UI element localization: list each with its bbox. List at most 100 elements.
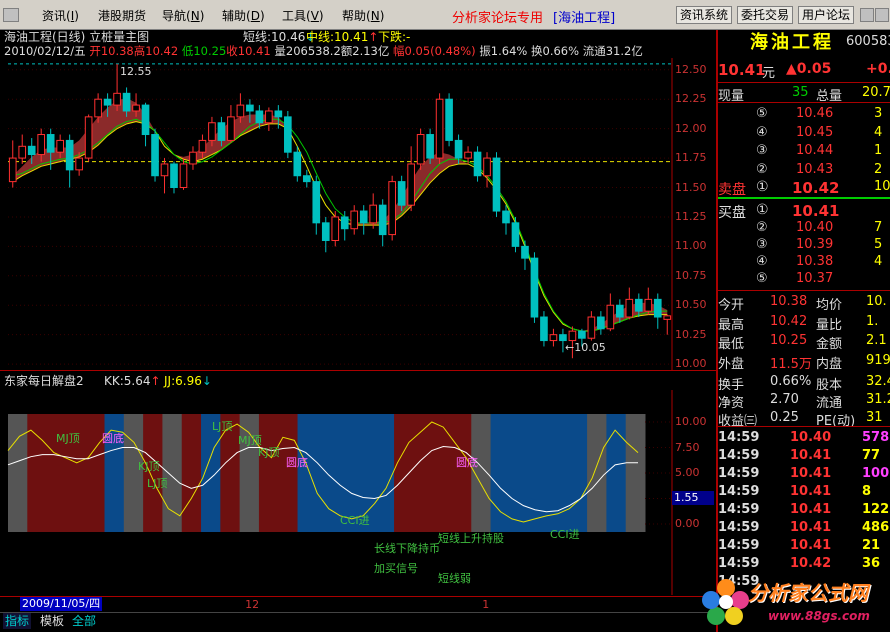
minimize-icon[interactable] — [860, 8, 874, 22]
stat-value: 0.25 — [770, 410, 799, 425]
level-num: ③ — [756, 143, 768, 158]
stat-label: 最高 — [718, 317, 745, 333]
candle-body — [227, 116, 235, 141]
buy-vol: 5 — [874, 237, 883, 252]
price-tick: 10.75 — [675, 268, 707, 282]
menu-fuzhu[interactable]: 辅助(D) — [222, 7, 265, 24]
candle-body — [18, 145, 27, 159]
sell-price: 10.46 — [796, 106, 834, 121]
candle-body — [198, 139, 207, 153]
candle-body — [94, 98, 102, 118]
xianliang-value: 35 — [792, 85, 809, 100]
indicator-title[interactable]: 东家每日解盘2 — [4, 374, 84, 388]
info-zhen: 振1.64% — [479, 44, 528, 58]
candle-body — [435, 98, 444, 159]
stat-label2: 量比 — [816, 317, 843, 333]
level-num: ④ — [756, 124, 768, 140]
menu-daohang[interactable]: 导航(N) — [162, 7, 204, 24]
app-icon[interactable] — [3, 8, 19, 22]
signal-label: LJ顶 — [147, 477, 168, 490]
menu-zixun[interactable]: 资讯(I) — [42, 7, 79, 24]
stock-name: 海油工程 — [750, 32, 834, 53]
buy1-row: 买盘 ① 10.41 — [718, 200, 890, 221]
candle-body — [473, 151, 482, 177]
tick-row: 14:59 10.41 1001 — [718, 464, 890, 482]
tick-time: 14:59 — [718, 466, 760, 481]
info-open: 开10.38 — [89, 44, 134, 58]
candle-body — [302, 175, 311, 183]
stat-row: 最高 10.42 量比 1. — [718, 312, 890, 333]
indicator-tick: 10.00 — [675, 415, 707, 428]
candle-body — [388, 181, 396, 236]
indicator-tick: 0.00 — [675, 517, 700, 530]
sell-price: 10.45 — [796, 124, 834, 140]
down-value: 下跌:- — [378, 30, 411, 44]
signal-band — [432, 414, 453, 532]
candle-body — [321, 222, 330, 241]
menu-gongju[interactable]: 工具(V) — [282, 7, 324, 24]
candle-body — [56, 139, 64, 153]
candle-body — [568, 330, 577, 342]
pane-divider — [0, 370, 716, 371]
signal-label: CCI进 — [550, 528, 580, 541]
menu-bar: 资讯(I) 港股期货 导航(N) 辅助(D) 工具(V) 帮助(N) 分析家论坛… — [0, 0, 890, 30]
candle-body — [103, 98, 112, 106]
candle-body — [597, 316, 605, 330]
tick-price: 10.41 — [790, 448, 832, 463]
candle-body — [27, 145, 36, 156]
candlestick-chart[interactable] — [0, 58, 716, 370]
candle-body — [540, 316, 548, 342]
buy-vol: 7 — [874, 220, 883, 235]
candle-body — [464, 151, 472, 159]
tab-muban[interactable]: 模板 — [38, 613, 66, 629]
bottom-bar — [0, 612, 716, 632]
info-amt: 额2.13亿 — [340, 44, 390, 58]
chart-title: 海油工程(日线) 立桩量主图 — [4, 30, 150, 44]
menu-gangu[interactable]: 港股期货 — [98, 7, 146, 24]
menu-label: 港股期货 — [98, 9, 147, 23]
signal-label: 圆底 — [102, 432, 124, 445]
sep — [718, 426, 890, 427]
tick-vol: 1001 — [862, 466, 890, 481]
info-low: 低10.25 — [181, 44, 227, 58]
buy-vol: 4 — [874, 254, 883, 269]
volume-row: 现量 35 总量 20.7 — [718, 83, 890, 104]
signal-label: MJ顶 — [56, 432, 80, 445]
candle-body — [255, 110, 264, 124]
menu-label: 工具 — [282, 9, 307, 23]
indicator-tick: 7.50 — [675, 440, 700, 454]
bar-info: 2010/02/12/五 开10.38高10.42 低10.25收10.41 量… — [4, 44, 643, 58]
tick-time: 14:59 — [718, 448, 760, 463]
stat-value2: 31 — [866, 410, 883, 425]
stat-value: 2.70 — [770, 392, 799, 407]
candle-body — [189, 151, 197, 165]
btn-weituo[interactable]: 委托交易 — [737, 6, 794, 24]
max-price-label: 12.55 — [120, 65, 152, 78]
candle-body — [663, 315, 672, 320]
candle-body — [65, 139, 74, 171]
jj-label: JJ:6.96 — [164, 374, 202, 388]
tick-time: 14:59 — [718, 520, 760, 535]
tab-zhibiao[interactable]: 指标 — [3, 613, 32, 629]
signal-label: LJ顶 — [212, 420, 233, 433]
menu-bangzhu[interactable]: 帮助(N) — [342, 7, 384, 24]
signal-band — [27, 414, 48, 532]
close-icon[interactable] — [875, 8, 889, 22]
tab-quanbu[interactable]: 全部 — [70, 613, 98, 629]
btn-zixun-system[interactable]: 资讯系统 — [676, 6, 733, 24]
candle-body — [378, 204, 387, 236]
tick-vol: 36 — [862, 556, 881, 571]
signal-band — [181, 414, 202, 532]
candle-body — [634, 298, 643, 312]
indicator-chart[interactable] — [0, 390, 716, 595]
buy-row: ④ 10.38 4 — [718, 252, 890, 270]
price-tick: 10.50 — [675, 298, 707, 312]
btn-forum[interactable]: 用户论坛 — [798, 6, 855, 24]
signal-band — [413, 414, 434, 532]
candle-body — [606, 304, 615, 330]
tick-time: 14:59 — [718, 502, 760, 517]
tick-price: 10.41 — [790, 484, 832, 499]
tick-vol: 8 — [862, 484, 872, 499]
candle-body — [587, 316, 596, 339]
candle-body — [46, 134, 55, 153]
